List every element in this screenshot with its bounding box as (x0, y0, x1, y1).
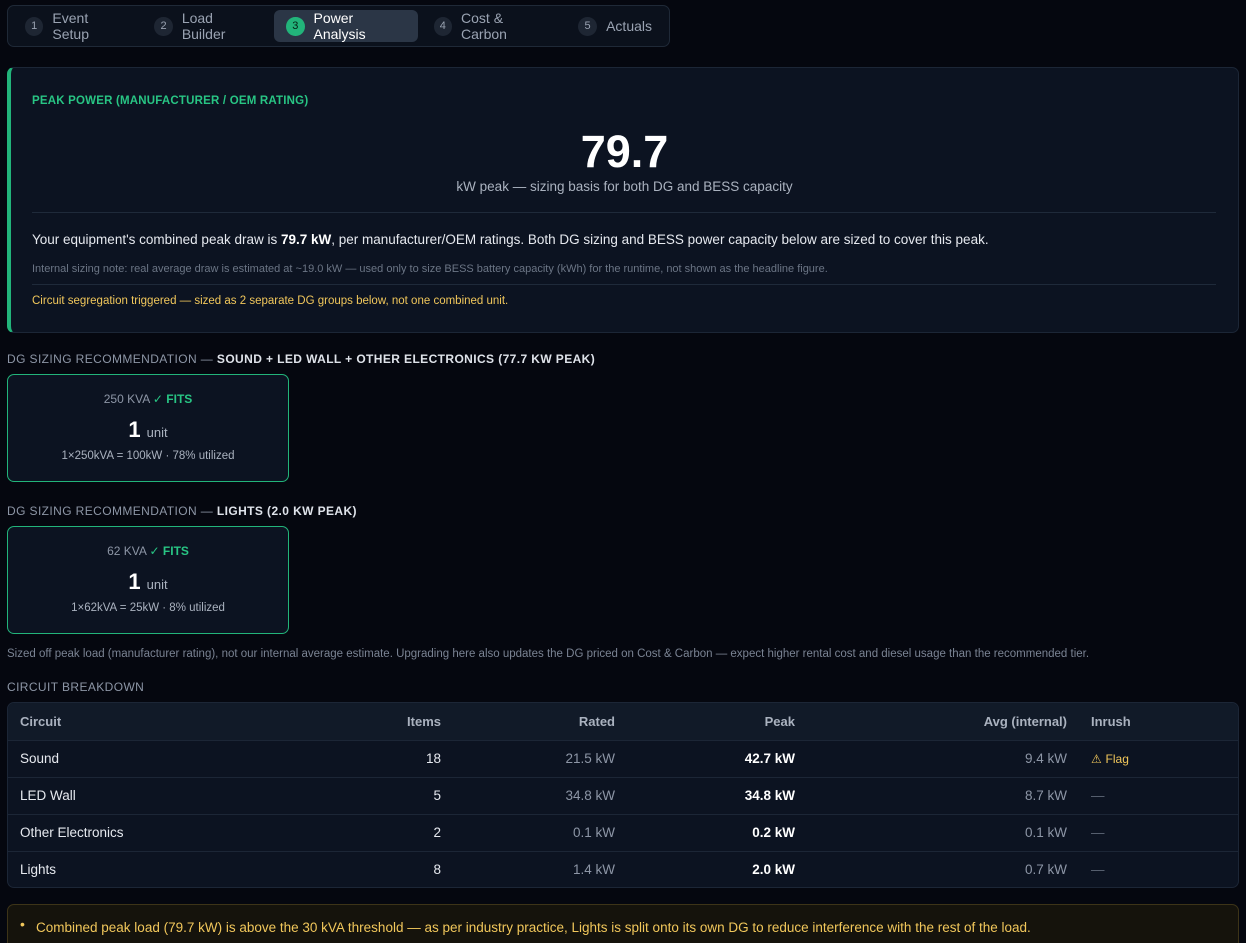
dg-recommendation-card[interactable]: 62 KVA ✓ FITS 1 unit 1×62kVA = 25kW · 8% … (7, 526, 289, 634)
table-row: Other Electronics 2 0.1 kW 0.2 kW 0.1 kW… (8, 814, 1238, 851)
warning-icon: ⚠ (1091, 752, 1102, 766)
tab-label: Cost & Carbon (461, 10, 507, 42)
sizing-footnote: Sized off peak load (manufacturer rating… (7, 648, 1090, 660)
fits-badge: ✓ FITS (149, 544, 189, 558)
peak-power-value: 79.7 (580, 126, 669, 177)
peak-power: 34.8 kW (744, 788, 795, 803)
column-header: Items (407, 713, 441, 729)
tab-power-analysis[interactable]: 3 Power Analysis (274, 10, 418, 42)
avg-power: 0.7 kW (1024, 862, 1067, 878)
dg-heading-group: LIGHTS (2.0 KW PEAK) (216, 504, 357, 518)
inrush-cell: — (1091, 788, 1105, 803)
step-number: 2 (154, 16, 173, 36)
dg-kva-rating: 250 KVA ✓ FITS (8, 392, 288, 406)
peak-power: 0.2 kW (752, 825, 795, 840)
column-header: Circuit (20, 713, 62, 729)
circuit-name: Other Electronics (20, 825, 124, 840)
dg-heading-group: SOUND + LED WALL + OTHER ELECTRONICS (77… (216, 352, 596, 366)
unit-number: 1 (128, 569, 141, 594)
inrush-cell: — (1091, 825, 1105, 840)
tab-actuals[interactable]: 5 Actuals (566, 10, 664, 42)
circuit-breakdown-table: Circuit Items Rated Peak Avg (internal) … (7, 702, 1239, 888)
peak-description: Your equipment's combined peak draw is 7… (32, 232, 989, 247)
dg-sizing-heading: DG SIZING RECOMMENDATION — SOUND + LED W… (7, 352, 595, 366)
avg-power: 0.1 kW (1024, 825, 1067, 840)
column-header: Peak (764, 713, 795, 729)
step-number: 4 (433, 16, 453, 36)
rated-power: 21.5 kW (565, 751, 615, 766)
table-row: LED Wall 5 34.8 kW 34.8 kW 8.7 kW — (8, 777, 1238, 814)
dg-utilization: 1×62kVA = 25kW · 8% utilized (71, 602, 225, 614)
avg-power: 9.4 kW (1024, 751, 1067, 766)
peak-power: 42.7 kW (744, 751, 795, 766)
table-header-row: Circuit Items Rated Peak Avg (internal) … (8, 703, 1238, 740)
unit-label: unit (146, 577, 168, 592)
tab-load-builder[interactable]: 2 Load Builder (142, 10, 270, 42)
step-number: 5 (578, 16, 598, 36)
peak-power: 2.0 kW (752, 862, 795, 878)
tab-label: Power Analysis (313, 10, 366, 42)
dg-heading-prefix: DG SIZING RECOMMENDATION — (7, 504, 214, 518)
unit-label: unit (146, 425, 168, 440)
tab-label: Actuals (606, 18, 653, 34)
dg-heading-prefix: DG SIZING RECOMMENDATION — (7, 352, 214, 366)
item-count: 5 (433, 788, 441, 803)
inrush-cell: ⚠ Flag (1079, 740, 1238, 777)
tab-event-setup[interactable]: 1 Event Setup (13, 10, 138, 42)
rated-power: 0.1 kW (572, 825, 615, 840)
table-row: Lights 8 1.4 kW 2.0 kW 0.7 kW — (8, 851, 1238, 887)
bullet-icon: • (20, 916, 25, 932)
rated-power: 1.4 kW (572, 862, 615, 878)
avg-power: 8.7 kW (1024, 788, 1067, 803)
circuit-name: Lights (20, 862, 57, 878)
item-count: 18 (425, 751, 441, 766)
circuit-breakdown-heading: CIRCUIT BREAKDOWN (7, 680, 145, 694)
step-tabs: 1 Event Setup 2 Load Builder 3 Power Ana… (7, 5, 670, 47)
fits-badge: ✓ FITS (152, 392, 193, 406)
peak-description-value: 79.7 kW (280, 232, 332, 247)
peak-description-suffix: , per manufacturer/OEM ratings. Both DG … (331, 232, 989, 247)
divider (32, 212, 1216, 213)
column-header: Avg (internal) (983, 713, 1067, 729)
tab-label: Load Builder (181, 10, 226, 42)
inrush-cell: — (1091, 862, 1105, 878)
peak-power-subtitle: kW peak — sizing basis for both DG and B… (456, 179, 793, 194)
item-count: 2 (433, 825, 441, 840)
peak-power-label: PEAK POWER (MANUFACTURER / OEM RATING) (32, 95, 309, 107)
table-row: Sound 18 21.5 kW 42.7 kW 9.4 kW ⚠ Flag (8, 740, 1238, 777)
dg-kva: 62 KVA (107, 544, 147, 558)
threshold-warning-text: Combined peak load (79.7 kW) is above th… (36, 920, 1031, 935)
circuit-name: Sound (20, 751, 60, 766)
segregation-warning: Circuit segregation triggered — sized as… (32, 295, 509, 307)
column-header: Rated (578, 713, 615, 729)
step-number: 1 (25, 16, 44, 36)
dg-recommendation-card[interactable]: 250 KVA ✓ FITS 1 unit 1×250kVA = 100kW · … (7, 374, 289, 482)
rated-power: 34.8 kW (565, 788, 615, 803)
dg-unit-count: 1 unit (8, 569, 288, 595)
dg-kva-rating: 62 KVA ✓ FITS (8, 544, 288, 558)
divider (32, 284, 1216, 285)
internal-sizing-note: Internal sizing note: real average draw … (32, 263, 828, 275)
circuit-name: LED Wall (20, 788, 76, 803)
threshold-warning: • Combined peak load (79.7 kW) is above … (7, 904, 1239, 943)
dg-utilization: 1×250kVA = 100kW · 78% utilized (61, 450, 235, 462)
tab-cost-carbon[interactable]: 4 Cost & Carbon (422, 10, 563, 42)
dg-sizing-heading: DG SIZING RECOMMENDATION — LIGHTS (2.0 K… (7, 504, 357, 518)
dg-unit-count: 1 unit (8, 417, 288, 443)
unit-number: 1 (128, 417, 141, 442)
tab-label: Event Setup (52, 10, 90, 42)
inrush-flag: Flag (1105, 752, 1129, 766)
step-number: 3 (286, 16, 305, 36)
item-count: 8 (433, 862, 441, 878)
peak-power-card: PEAK POWER (MANUFACTURER / OEM RATING) 7… (7, 67, 1239, 333)
column-header: Inrush (1091, 713, 1131, 729)
dg-kva: 250 KVA (103, 392, 150, 406)
peak-description-prefix: Your equipment's combined peak draw is (32, 232, 281, 247)
